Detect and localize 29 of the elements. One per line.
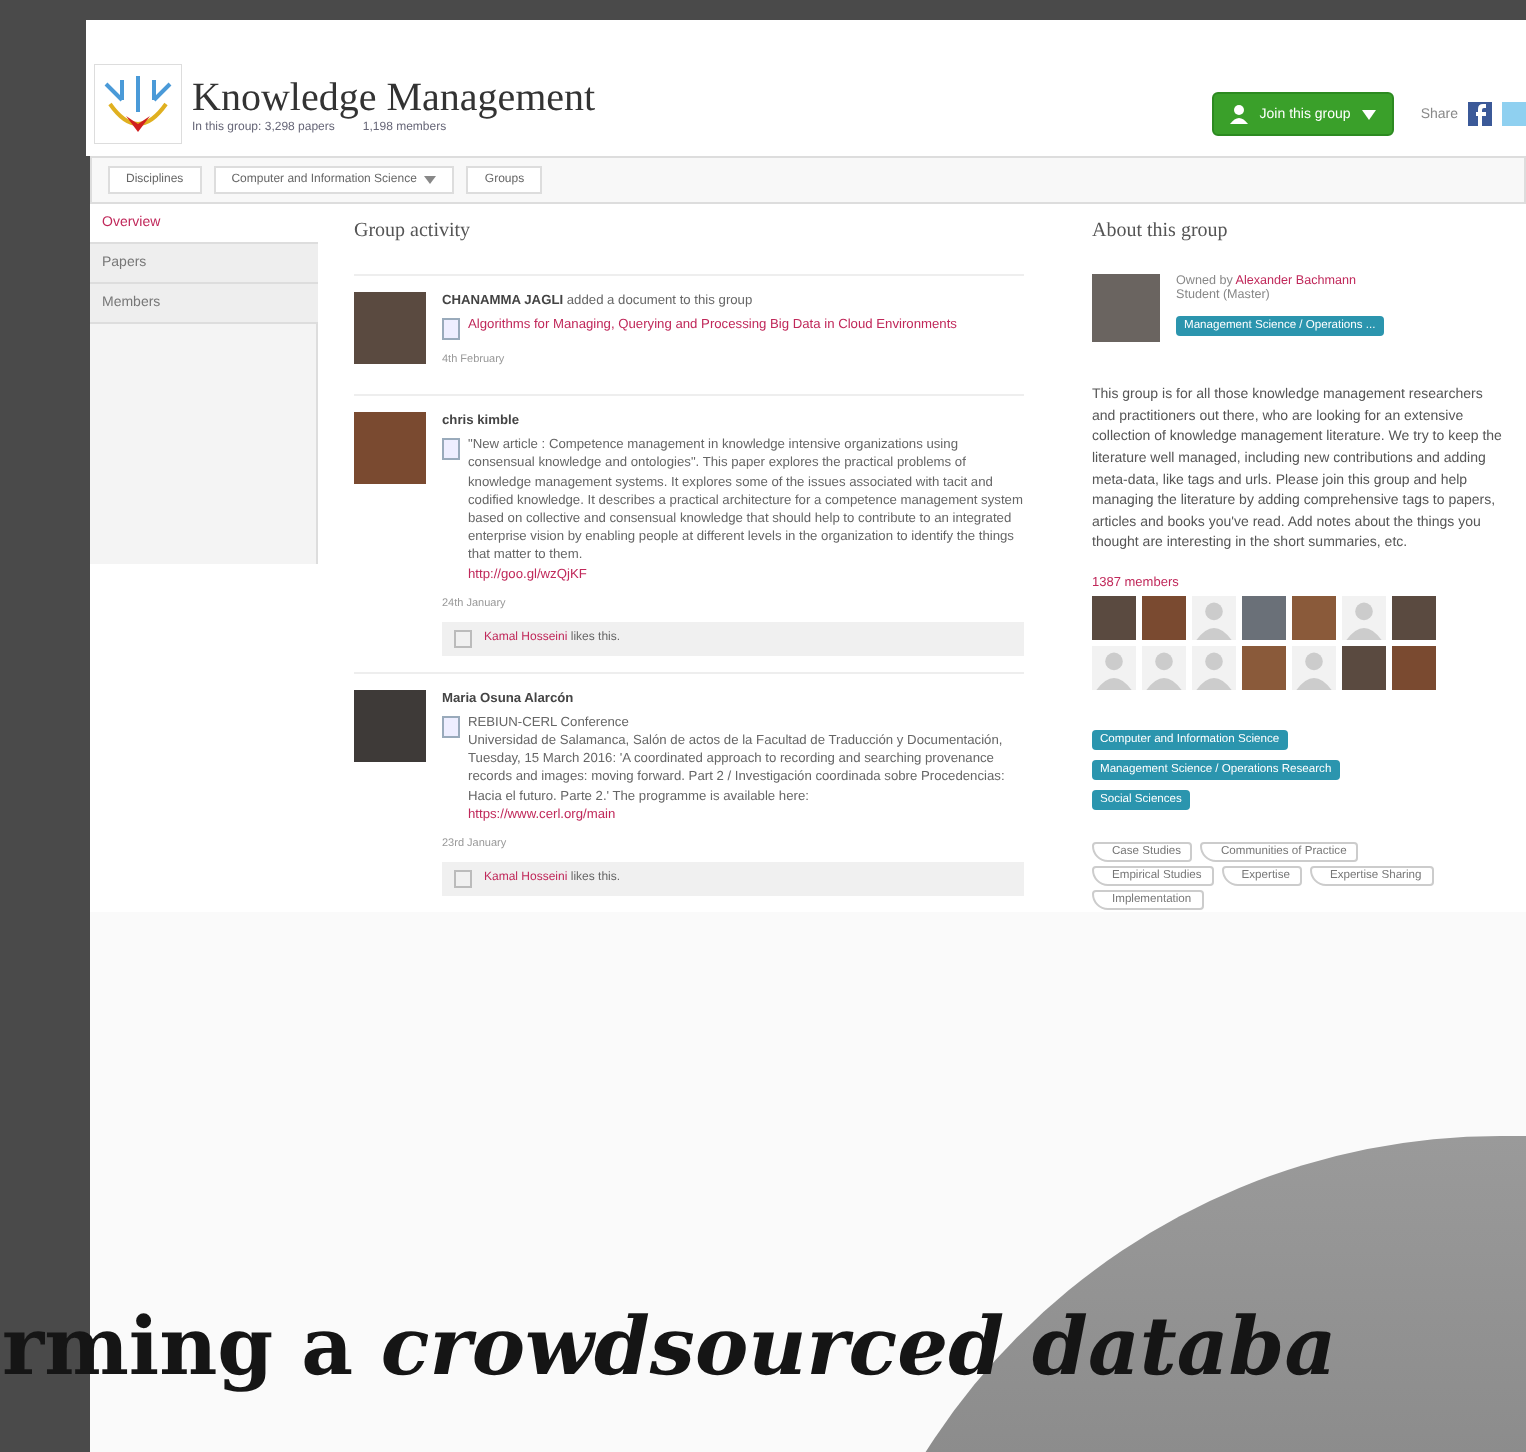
section-heading: About this group: [1092, 218, 1230, 246]
default-avatar-icon[interactable]: [1092, 646, 1136, 690]
avatar-photo: [354, 689, 426, 762]
owner-photo: [1092, 274, 1160, 342]
member-photo[interactable]: [1342, 646, 1386, 690]
default-avatar-icon[interactable]: [1192, 646, 1236, 690]
section-heading: Group activity: [354, 218, 473, 246]
group-title: Knowledge Management: [192, 75, 596, 121]
member-photo[interactable]: [1392, 646, 1436, 690]
avatar-photo: [354, 292, 426, 364]
member-photo[interactable]: [1142, 596, 1186, 640]
member-photo[interactable]: [1392, 596, 1436, 640]
logo-icon: [94, 64, 182, 144]
member-photo[interactable]: [1292, 596, 1336, 640]
caret-icon: [424, 176, 437, 184]
document-icon: [442, 318, 460, 341]
person-icon: [1229, 104, 1248, 124]
default-avatar-icon[interactable]: [1292, 646, 1336, 690]
default-avatar-icon[interactable]: [1192, 596, 1236, 640]
document-icon: [442, 715, 460, 738]
default-avatar-icon[interactable]: [1342, 596, 1386, 640]
member-photo[interactable]: [1242, 596, 1286, 640]
caret-icon: [1362, 109, 1377, 119]
default-avatar-icon[interactable]: [1142, 646, 1186, 690]
document-icon: [442, 438, 460, 461]
facebook-icon[interactable]: [1468, 102, 1492, 126]
member-photo[interactable]: [1092, 596, 1136, 640]
member-photo[interactable]: [1242, 646, 1286, 690]
avatar-photo: [354, 411, 426, 484]
